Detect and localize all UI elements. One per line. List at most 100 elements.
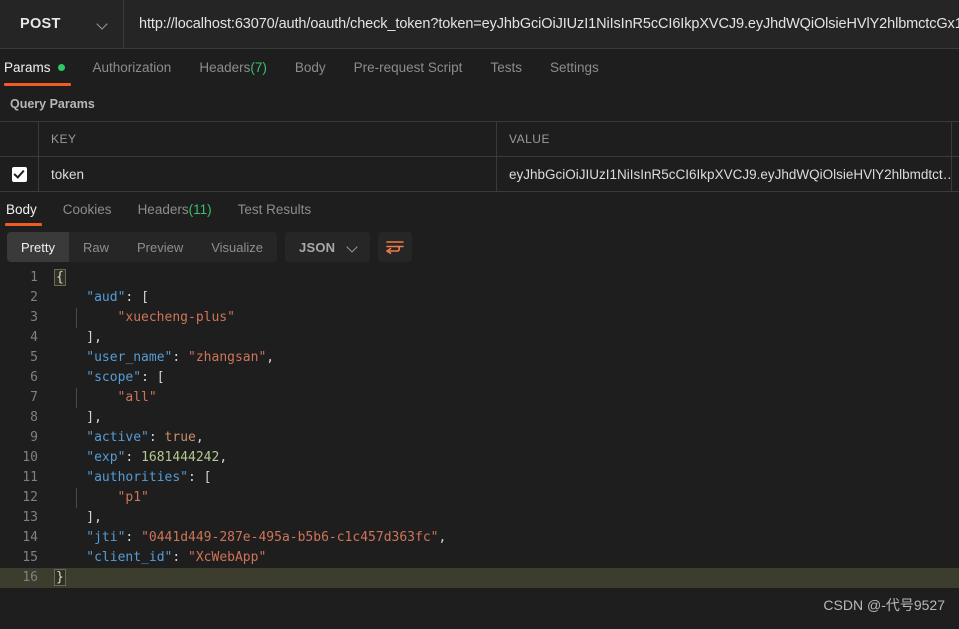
code-text: "all": [44, 388, 157, 408]
view-mode-visualize[interactable]: Visualize: [197, 232, 277, 262]
code-line: 6 "scope": [: [0, 368, 959, 388]
token-punct: :: [172, 550, 189, 565]
row-enable-checkbox-cell[interactable]: [0, 157, 39, 191]
code-text: "client_id": "XcWebApp": [44, 548, 266, 568]
tab-params-label: Params: [4, 60, 51, 75]
line-number: 3: [30, 310, 38, 325]
token-punct: ,: [94, 510, 102, 525]
token-str: "0441d449-287e-495a-b5b6-c1c457d363fc": [141, 530, 439, 545]
tab-authorization[interactable]: Authorization: [79, 49, 186, 86]
response-tab-headers-label: Headers: [137, 201, 189, 217]
response-view-mode-group: Pretty Raw Preview Visualize: [7, 232, 278, 262]
chevron-down-icon: [98, 19, 109, 30]
indent-guide: [76, 488, 77, 508]
token-punct: :: [188, 470, 204, 485]
response-tab-body[interactable]: Body: [0, 192, 50, 226]
tab-tests-label: Tests: [490, 60, 522, 75]
token-punct: ,: [266, 350, 275, 365]
response-language-label: JSON: [299, 239, 336, 255]
tab-body[interactable]: Body: [281, 49, 340, 86]
code-line: 2 "aud": [: [0, 288, 959, 308]
tab-settings[interactable]: Settings: [536, 49, 613, 86]
token-punct: ,: [94, 330, 102, 345]
token-key: "jti": [86, 530, 126, 545]
response-tab-body-label: Body: [6, 201, 37, 217]
wrap-text-button[interactable]: [378, 232, 413, 262]
row-key-input[interactable]: token: [39, 157, 497, 191]
text-caret: [64, 569, 66, 584]
code-line: 10 "exp": 1681444242,: [0, 448, 959, 468]
token-punct: ,: [219, 450, 228, 465]
code-line: 15 "client_id": "XcWebApp": [0, 548, 959, 568]
token-key: "client_id": [86, 550, 173, 565]
response-tab-cookies[interactable]: Cookies: [50, 192, 125, 226]
request-tab-bar: Params Authorization Headers (7) Body Pr…: [0, 49, 959, 86]
code-text: ],: [44, 408, 102, 428]
token-bool: true: [164, 430, 196, 445]
tab-tests[interactable]: Tests: [476, 49, 536, 86]
line-number: 15: [22, 550, 38, 565]
line-number: 12: [22, 490, 38, 505]
header-key: KEY: [39, 122, 497, 156]
token-brace: [: [203, 470, 212, 485]
watermark: CSDN @-代号9527: [823, 597, 945, 613]
line-number: 10: [22, 450, 38, 465]
token-str: "p1": [117, 490, 149, 505]
token-punct: :: [148, 430, 165, 445]
code-text: "active": true,: [44, 428, 203, 448]
line-number: 4: [30, 330, 38, 345]
view-mode-visualize-label: Visualize: [211, 239, 264, 255]
code-text: "user_name": "zhangsan",: [44, 348, 274, 368]
token-brace: ]: [86, 330, 95, 345]
code-text: ],: [44, 508, 102, 528]
response-tab-headers[interactable]: Headers (11): [125, 192, 225, 226]
response-tab-test-results[interactable]: Test Results: [225, 192, 325, 226]
view-mode-preview[interactable]: Preview: [123, 232, 197, 262]
token-punct: :: [172, 350, 189, 365]
indent-guide: [76, 388, 77, 408]
row-tail-cell: [952, 157, 959, 191]
view-mode-pretty[interactable]: Pretty: [7, 232, 69, 262]
response-language-select[interactable]: JSON: [285, 232, 371, 262]
code-text: "jti": "0441d449-287e-495a-b5b6-c1c457d3…: [44, 528, 446, 548]
view-mode-raw[interactable]: Raw: [69, 232, 123, 262]
query-params-title: Query Params: [10, 97, 95, 111]
code-line: 3 "xuecheng-plus": [0, 308, 959, 328]
code-line: 12 "p1": [0, 488, 959, 508]
table-row[interactable]: token eyJhbGciOiJIUzI1NiIsInR5cCI6IkpXVC…: [0, 157, 959, 191]
indent-guide: [76, 308, 77, 328]
token-key: "aud": [86, 290, 126, 305]
tab-headers[interactable]: Headers (7): [185, 49, 281, 86]
checkbox-checked-icon[interactable]: [11, 166, 27, 182]
code-text: "exp": 1681444242,: [44, 448, 227, 468]
token-brace: [: [141, 290, 149, 305]
line-number: 13: [22, 510, 38, 525]
header-checkbox-cell: [0, 122, 39, 156]
line-number: 16: [22, 570, 38, 585]
code-text: "p1": [44, 488, 149, 508]
row-value-input[interactable]: eyJhbGciOiJIUzI1NiIsInR5cCI6IkpXVCJ9.eyJ…: [497, 157, 952, 191]
code-line: 16}: [0, 568, 959, 588]
http-method-selector[interactable]: POST: [0, 0, 124, 48]
token-str: "zhangsan": [188, 350, 267, 365]
tab-params[interactable]: Params: [0, 49, 79, 86]
token-key: "user_name": [86, 350, 173, 365]
url-input[interactable]: http://localhost:63070/auth/oauth/check_…: [124, 0, 959, 48]
header-value: VALUE: [497, 122, 952, 156]
token-punct: :: [125, 450, 142, 465]
token-brace: ]: [86, 410, 95, 425]
code-line: 4],: [0, 328, 959, 348]
query-params-table: KEY VALUE token eyJhbGciOiJIUzI1NiIsInR5…: [0, 121, 959, 192]
response-body-viewer[interactable]: 1{2 "aud": [3 "xuecheng-plus" 4], 5 "user_nam…: [0, 268, 959, 588]
code-line: 5 "user_name": "zhangsan",: [0, 348, 959, 368]
code-text: "aud": [: [44, 288, 149, 308]
token-brace: ]: [86, 510, 95, 525]
token-punct: ,: [94, 410, 102, 425]
code-line: 8],: [0, 408, 959, 428]
tab-pre-request-script[interactable]: Pre-request Script: [340, 49, 477, 86]
line-number: 5: [30, 350, 38, 365]
response-tab-test-results-label: Test Results: [237, 201, 312, 217]
line-number: 14: [22, 530, 38, 545]
token-key: "active": [86, 430, 149, 445]
view-mode-raw-label: Raw: [82, 239, 109, 255]
